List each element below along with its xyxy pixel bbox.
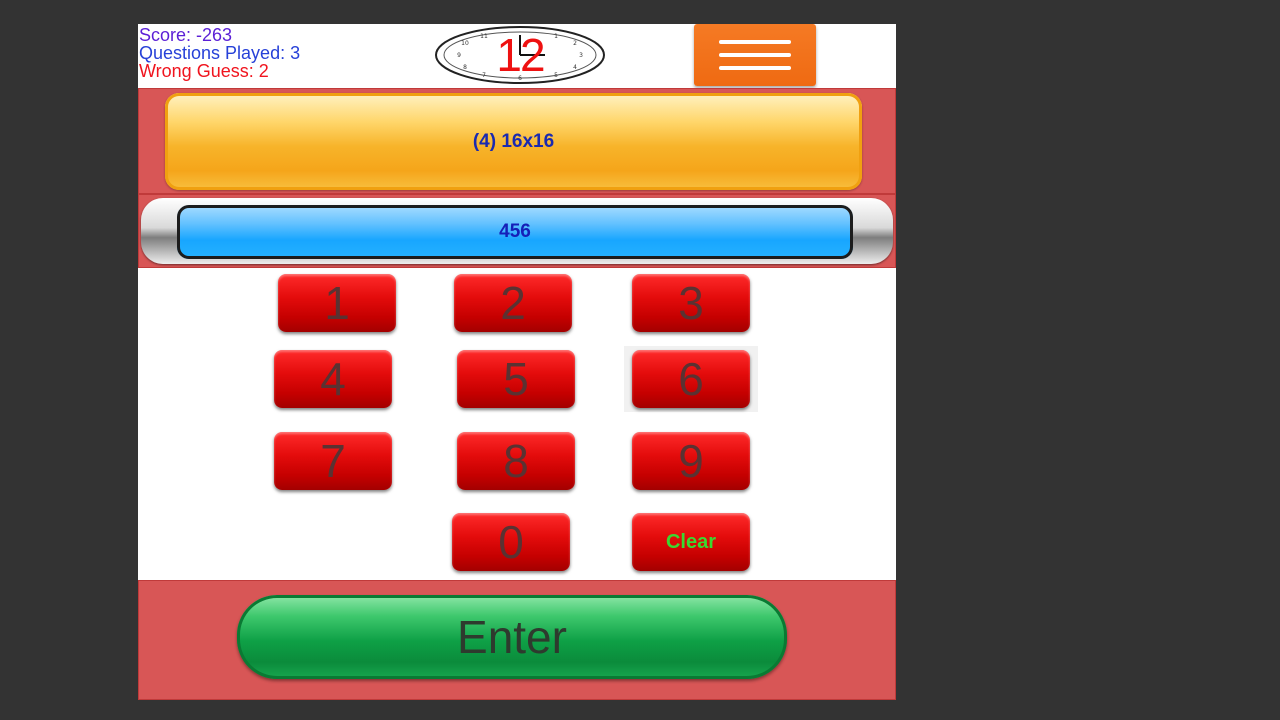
hamburger-menu-icon xyxy=(719,53,791,57)
hamburger-menu-icon xyxy=(719,40,791,44)
game-app: Score: -263 Questions Played: 3 Wrong Gu… xyxy=(138,24,896,700)
question-panel: (4) 16x16 xyxy=(138,88,896,194)
key-8-button[interactable]: 8 xyxy=(457,432,575,490)
enter-panel: Enter xyxy=(138,580,896,700)
question-text: (4) 16x16 xyxy=(472,130,555,152)
key-7-button[interactable]: 7 xyxy=(274,432,392,490)
hamburger-menu-icon xyxy=(719,66,791,70)
clear-button[interactable]: Clear xyxy=(632,513,750,571)
answer-display: 456 xyxy=(177,205,853,259)
answer-panel: 456 xyxy=(138,194,896,268)
key-2-button[interactable]: 2 xyxy=(454,274,572,332)
timer-clock: 1 2 3 4 5 6 7 8 9 10 11 12 xyxy=(435,26,605,84)
key-0-button[interactable]: 0 xyxy=(452,513,570,571)
key-6-button[interactable]: 6 xyxy=(632,350,750,408)
enter-button[interactable]: Enter xyxy=(237,595,787,679)
key-9-button[interactable]: 9 xyxy=(632,432,750,490)
score-label: Score: -263 xyxy=(139,25,233,45)
answer-text: 456 xyxy=(499,221,531,242)
menu-button[interactable] xyxy=(694,24,816,86)
stats-panel: Score: -263 Questions Played: 3 Wrong Gu… xyxy=(139,26,300,80)
question-box: (4) 16x16 xyxy=(165,93,862,190)
key-4-button[interactable]: 4 xyxy=(274,350,392,408)
wrong-guess-label: Wrong Guess: 2 xyxy=(139,61,269,81)
questions-played-label: Questions Played: 3 xyxy=(139,43,301,63)
timer-value: 12 xyxy=(496,29,545,81)
key-1-button[interactable]: 1 xyxy=(278,274,396,332)
key-5-button[interactable]: 5 xyxy=(457,350,575,408)
key-3-button[interactable]: 3 xyxy=(632,274,750,332)
